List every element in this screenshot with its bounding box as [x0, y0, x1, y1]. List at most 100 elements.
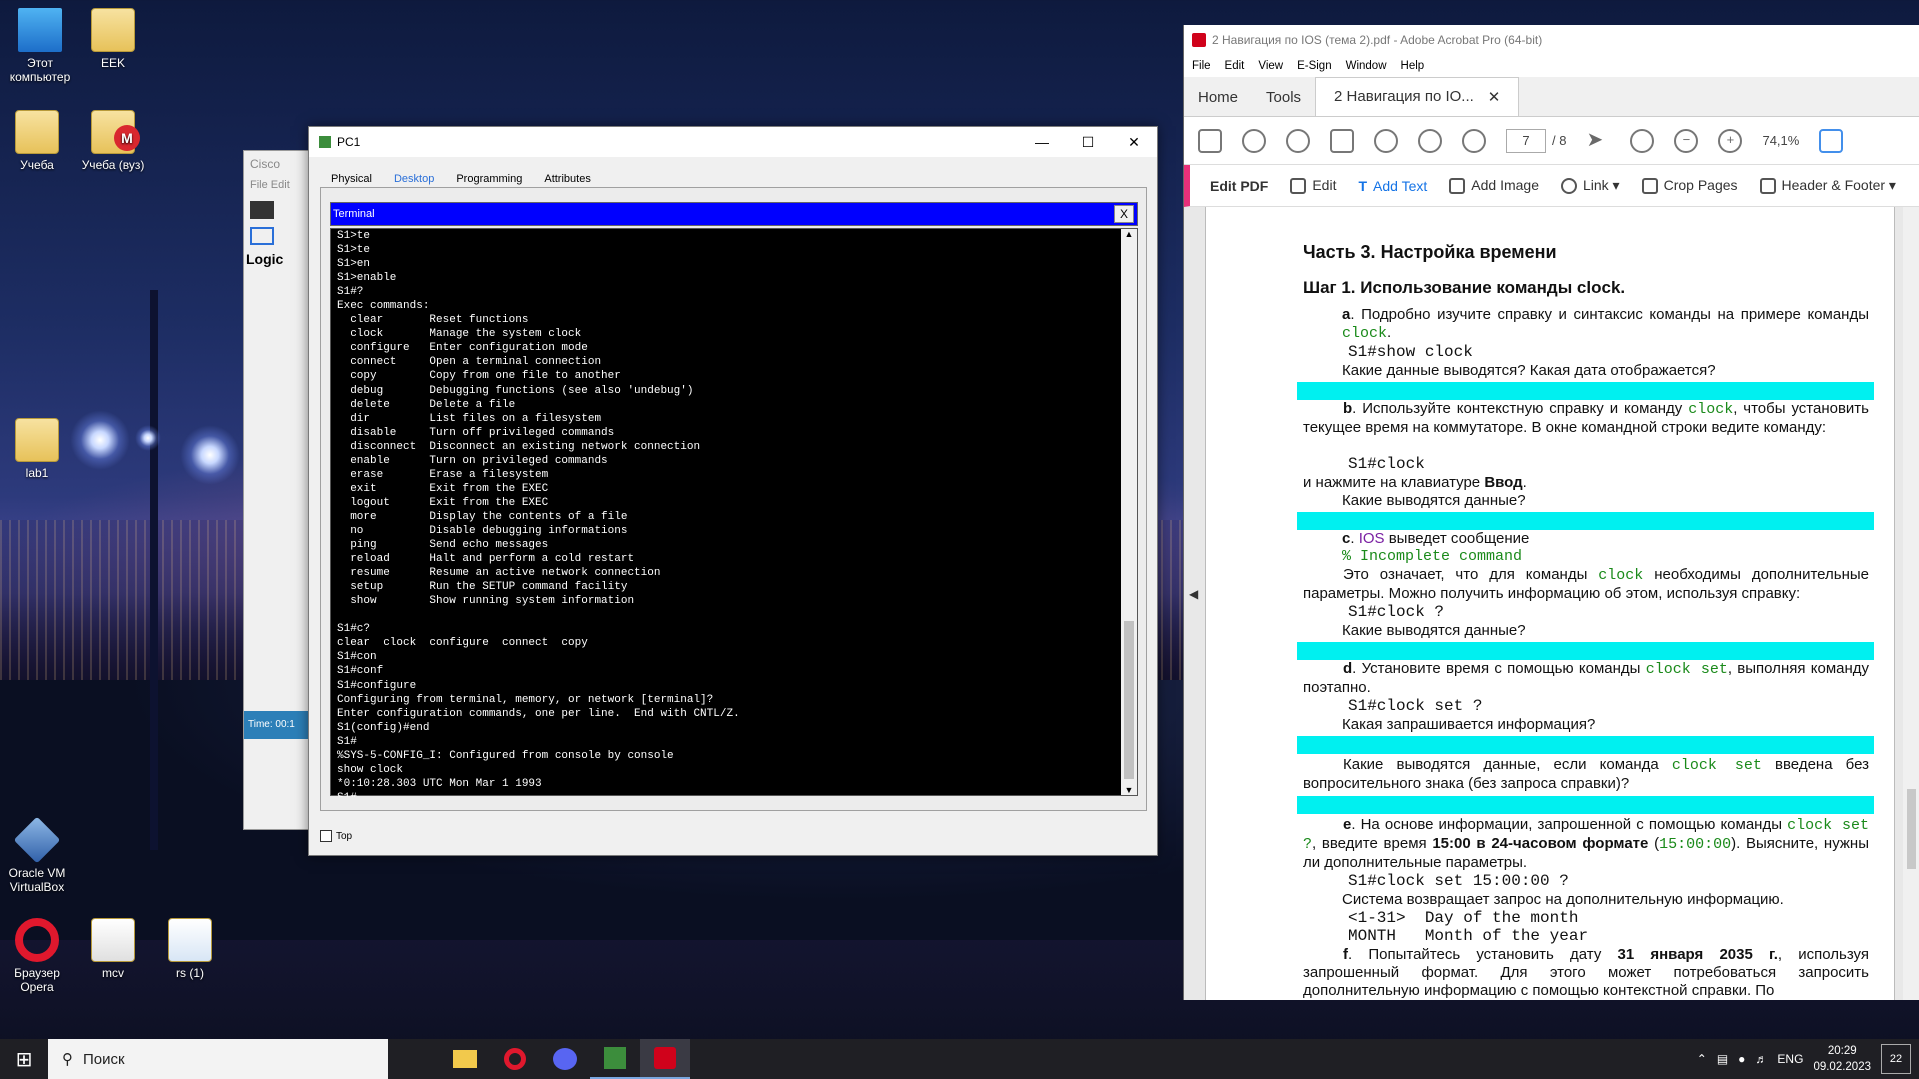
- text-icon: T: [1358, 177, 1368, 194]
- para-f: f. Попытайтесь установить дату 31 января…: [1303, 946, 1869, 999]
- scroll-up-icon[interactable]: ▲: [1121, 229, 1137, 239]
- menu-view[interactable]: View: [1258, 60, 1283, 72]
- opera-taskbar-icon[interactable]: [490, 1039, 540, 1079]
- tab-document[interactable]: 2 Навигация по IO... ✕: [1315, 77, 1520, 116]
- microphone-icon[interactable]: ●: [1738, 1052, 1745, 1066]
- desktop-panel: Terminal X S1>te S1>te S1>en S1>enable S…: [320, 187, 1147, 811]
- document-area[interactable]: ◀ ▶ Часть 3. Настройка времени Шаг 1. Ис…: [1184, 207, 1919, 1000]
- cmd-clock-set-15: S1#clock set 15:00:00 ?: [1348, 872, 1569, 890]
- answer-highlight-4[interactable]: [1297, 736, 1874, 754]
- desktop-icon-lab1[interactable]: lab1: [0, 418, 77, 480]
- page-number-input[interactable]: 7: [1506, 128, 1546, 153]
- terminal-output[interactable]: S1>te S1>te S1>en S1>enable S1#? Exec co…: [337, 229, 1117, 797]
- maximize-button[interactable]: ☐: [1065, 127, 1111, 157]
- new-file-icon[interactable]: [250, 201, 274, 219]
- cmd-clock-help: S1#clock ?: [1348, 603, 1445, 621]
- document-scrollbar[interactable]: [1903, 207, 1919, 1000]
- checkbox-icon[interactable]: [320, 830, 332, 842]
- terminal-console[interactable]: S1>te S1>te S1>en S1>enable S1#? Exec co…: [330, 228, 1138, 797]
- minimize-button[interactable]: —: [1019, 127, 1065, 157]
- discord-icon[interactable]: [540, 1039, 590, 1079]
- wallpaper-lamp-post: [150, 290, 158, 850]
- menu-window[interactable]: Window: [1346, 60, 1387, 72]
- close-tab-icon[interactable]: ✕: [1488, 88, 1501, 106]
- page-display-icon[interactable]: [1819, 128, 1844, 153]
- add-text-button[interactable]: T Add Text: [1358, 178, 1427, 194]
- pdf-page[interactable]: Часть 3. Настройка времени Шаг 1. Исполь…: [1205, 207, 1895, 1000]
- upload-icon[interactable]: [1286, 128, 1310, 153]
- answer-highlight-5[interactable]: [1297, 796, 1874, 814]
- edit-button[interactable]: Edit: [1290, 177, 1336, 195]
- cursor-icon[interactable]: ➤: [1586, 129, 1610, 153]
- scroll-down-icon[interactable]: ▼: [1121, 785, 1137, 795]
- zoom-out-icon[interactable]: −: [1674, 128, 1699, 153]
- windows-start-icon[interactable]: ⊞: [0, 1039, 48, 1079]
- zoom-in-icon[interactable]: +: [1718, 128, 1743, 153]
- desktop-icon-eek[interactable]: EEK: [73, 8, 153, 70]
- question-3: Какие выводятся данные?: [1342, 622, 1526, 639]
- hand-icon[interactable]: [1630, 128, 1655, 153]
- menu-file[interactable]: File: [1192, 60, 1211, 72]
- network-icon[interactable]: ▤: [1717, 1052, 1728, 1066]
- chevron-up-icon[interactable]: ⌃: [1697, 1052, 1707, 1066]
- link-button[interactable]: Link ▾: [1560, 177, 1620, 195]
- desktop-icon-this-pc[interactable]: Этот компьютер: [0, 8, 80, 84]
- prev-page-arrow-icon[interactable]: ◀: [1189, 587, 1198, 601]
- logical-tab[interactable]: Logic: [246, 251, 310, 267]
- packet-tracer-menu: File Edit: [250, 179, 290, 191]
- search-box[interactable]: ⚲ Поиск: [48, 1039, 388, 1079]
- document-scroll-thumb[interactable]: [1907, 789, 1916, 869]
- crop-pages-button[interactable]: Crop Pages: [1641, 177, 1738, 195]
- tab-tools[interactable]: Tools: [1252, 79, 1315, 116]
- desktop-icon-virtualbox[interactable]: Oracle VM VirtualBox: [0, 816, 77, 894]
- zoom-select[interactable]: 74,1%: [1762, 133, 1799, 148]
- save-icon[interactable]: [1198, 128, 1222, 153]
- pc1-window[interactable]: PC1 — ☐ ✕ Physical Desktop Programming A…: [308, 126, 1158, 856]
- terminal-title: Terminal: [333, 208, 375, 220]
- print-icon[interactable]: [1330, 128, 1354, 153]
- header-footer-button[interactable]: Header & Footer ▾: [1759, 177, 1896, 195]
- packet-tracer-file-icon: [168, 918, 212, 962]
- menu-esign[interactable]: E-Sign: [1297, 60, 1332, 72]
- star-icon[interactable]: [1242, 128, 1266, 153]
- desktop-icon-ucheba-vuz[interactable]: M Учеба (вуз): [73, 110, 153, 172]
- acrobat-window[interactable]: 2 Навигация по IOS (тема 2).pdf - Adobe …: [1183, 25, 1919, 1000]
- folder-icon: [15, 110, 59, 154]
- clock[interactable]: 20:29 09.02.2023: [1813, 1043, 1871, 1075]
- packet-tracer-window[interactable]: Cisco File Edit Logic Time: 00:1: [243, 150, 314, 830]
- crop-icon: [1641, 178, 1658, 195]
- tab-home[interactable]: Home: [1184, 79, 1252, 116]
- find-icon[interactable]: [1374, 128, 1398, 153]
- acrobat-taskbar-icon[interactable]: [640, 1039, 690, 1079]
- acrobat-titlebar[interactable]: 2 Навигация по IOS (тема 2).pdf - Adobe …: [1184, 25, 1919, 55]
- volume-icon[interactable]: ♬: [1755, 1052, 1767, 1066]
- terminal-scroll-thumb[interactable]: [1124, 621, 1134, 779]
- desktop-icon-ucheba[interactable]: Учеба: [0, 110, 77, 172]
- add-image-button[interactable]: Add Image: [1449, 177, 1539, 195]
- prev-page-icon[interactable]: [1418, 128, 1442, 153]
- link-icon: [1560, 178, 1577, 195]
- desktop-icon-opera[interactable]: Браузер Opera: [0, 918, 77, 994]
- top-checkbox[interactable]: Top: [320, 830, 352, 842]
- desktop-icon-mcv[interactable]: mcv: [73, 918, 153, 980]
- answer-highlight-2[interactable]: [1297, 512, 1874, 530]
- notifications-icon[interactable]: 22: [1881, 1044, 1911, 1074]
- edit-pdf-title: Edit PDF: [1210, 177, 1269, 194]
- close-button[interactable]: ✕: [1111, 127, 1157, 157]
- file-explorer-icon[interactable]: [440, 1039, 490, 1079]
- desktop-icon-rs1[interactable]: rs (1): [150, 918, 230, 980]
- terminal-scrollbar[interactable]: ▲ ▼: [1121, 229, 1137, 795]
- menu-edit[interactable]: Edit: [1225, 60, 1245, 72]
- cmd-show-clock: S1#show clock: [1348, 343, 1473, 361]
- terminal-close-button[interactable]: X: [1114, 205, 1134, 223]
- folder-icon: [91, 8, 135, 52]
- answer-highlight-3[interactable]: [1297, 642, 1874, 660]
- language-indicator[interactable]: ENG: [1777, 1052, 1803, 1066]
- next-page-icon[interactable]: [1462, 128, 1486, 153]
- packet-tracer-taskbar-icon[interactable]: [590, 1039, 640, 1079]
- pc1-titlebar[interactable]: PC1 — ☐ ✕: [309, 127, 1157, 157]
- menu-help[interactable]: Help: [1401, 60, 1425, 72]
- mega-folder-icon: M: [91, 110, 140, 154]
- select-tool-icon[interactable]: [250, 227, 274, 245]
- answer-highlight-1[interactable]: [1297, 382, 1874, 400]
